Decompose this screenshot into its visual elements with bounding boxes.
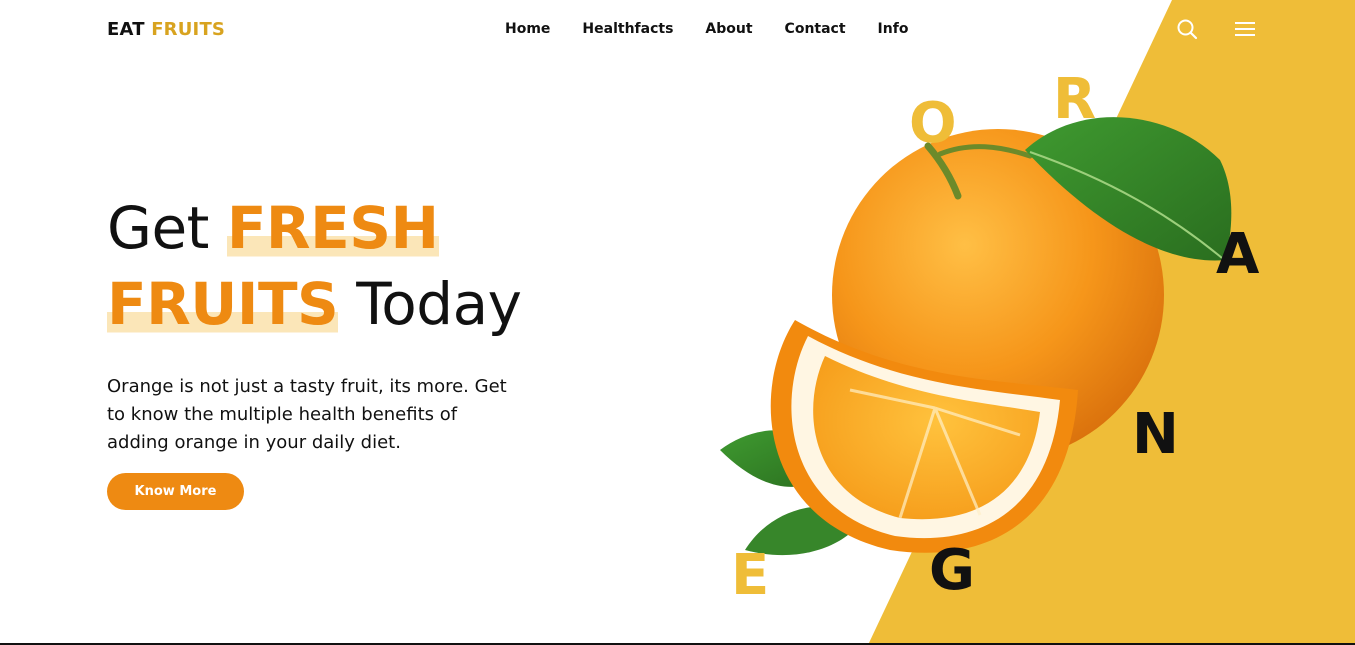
- letter-a: A: [1216, 222, 1260, 287]
- hero-section: Get FRESH FRUITS Today Orange is not jus…: [107, 190, 522, 510]
- menu-icon[interactable]: [1233, 17, 1257, 41]
- letter-e: E: [731, 543, 770, 608]
- search-icon[interactable]: [1175, 17, 1199, 41]
- nav-info[interactable]: Info: [878, 21, 909, 37]
- hero-word-today: Today: [356, 270, 522, 338]
- letter-o: O: [909, 91, 957, 156]
- nav-about[interactable]: About: [705, 21, 752, 37]
- logo-primary: EAT: [107, 19, 145, 40]
- hero-title: Get FRESH FRUITS Today: [107, 190, 522, 342]
- nav-healthfacts[interactable]: Healthfacts: [582, 21, 673, 37]
- hero-word-fruits: FRUITS: [107, 270, 339, 338]
- letter-n: N: [1132, 402, 1179, 467]
- know-more-button[interactable]: Know More: [107, 473, 244, 510]
- orange-fruit-image: [720, 117, 1232, 556]
- site-header: EAT FRUITS Home Healthfacts About Contac…: [0, 0, 1355, 60]
- nav-home[interactable]: Home: [505, 21, 550, 37]
- logo-accent: FRUITS: [151, 19, 226, 40]
- hero-description: Orange is not just a tasty fruit, its mo…: [107, 376, 507, 453]
- nav-contact[interactable]: Contact: [785, 21, 846, 37]
- letter-g: G: [929, 538, 975, 603]
- main-nav: Home Healthfacts About Contact Info: [505, 21, 940, 37]
- site-logo[interactable]: EAT FRUITS: [107, 19, 225, 40]
- hero-word-fresh: FRESH: [226, 194, 439, 262]
- hero-word-get: Get: [107, 194, 209, 262]
- letter-r: R: [1053, 67, 1097, 132]
